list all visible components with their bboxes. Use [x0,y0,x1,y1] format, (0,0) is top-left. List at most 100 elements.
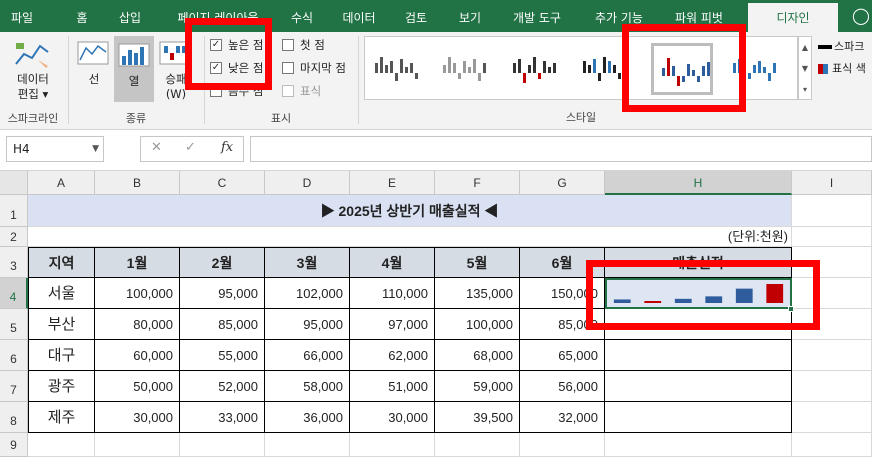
value-cell[interactable]: 51,000 [350,371,435,402]
row-header-5[interactable]: 5 [0,309,28,340]
style-option-3[interactable] [507,43,569,95]
row-header-8[interactable]: 8 [0,402,28,433]
row-header-1[interactable]: 1 [0,195,28,227]
style-option-2[interactable] [437,43,499,95]
row-header-4[interactable]: 4 [0,278,28,309]
sales-sparkline-cell[interactable] [605,402,792,433]
value-cell[interactable]: 95,000 [180,278,265,309]
row-header-7[interactable]: 7 [0,371,28,402]
gallery-scroll[interactable]: ▲ ▼ ▾ [798,36,812,100]
value-cell[interactable]: 50,000 [95,371,180,402]
sales-sparkline-cell[interactable] [605,371,792,402]
value-cell[interactable]: 97,000 [350,309,435,340]
sparkline-color-button[interactable]: 스파크 [818,38,872,56]
cancel-icon[interactable]: ✕ [151,140,162,155]
value-cell[interactable]: 68,000 [435,340,520,371]
formula-input[interactable] [250,136,872,162]
value-cell[interactable]: 39,500 [435,402,520,433]
value-cell[interactable]: 85,000 [180,309,265,340]
region-cell[interactable]: 제주 [28,402,95,433]
value-cell[interactable]: 110,000 [350,278,435,309]
header-mar[interactable]: 3월 [265,247,350,278]
header-feb[interactable]: 2월 [180,247,265,278]
sales-sparkline-cell[interactable] [605,340,792,371]
row-header-2[interactable]: 2 [0,227,28,247]
enter-icon[interactable]: ✓ [185,140,196,155]
column-header-c[interactable]: C [180,171,265,195]
header-jan[interactable]: 1월 [95,247,180,278]
tab-design[interactable]: 디자인 [748,0,838,32]
region-cell[interactable]: 서울 [28,278,95,309]
column-header-e[interactable]: E [350,171,435,195]
empty-cell[interactable] [792,433,872,457]
lightbulb-icon[interactable]: ◯ [852,6,870,25]
value-cell[interactable]: 66,000 [265,340,350,371]
value-cell[interactable]: 30,000 [95,402,180,433]
edit-data-icon[interactable] [14,40,52,70]
tab-home[interactable]: 홈 [60,0,104,32]
empty-cell[interactable] [180,433,265,457]
region-cell[interactable]: 광주 [28,371,95,402]
header-region[interactable]: 지역 [28,247,95,278]
first-point-checkbox[interactable]: 첫 점 [282,36,325,54]
chevron-down-icon[interactable]: ▼ [92,137,99,161]
tab-view[interactable]: 보기 [446,0,494,32]
unit-label[interactable]: (단위:천원) [28,227,792,247]
value-cell[interactable]: 60,000 [95,340,180,371]
marker-color-button[interactable]: 표식 색 [818,60,872,78]
column-header-a[interactable]: A [28,171,95,195]
empty-cell[interactable] [435,433,520,457]
empty-cell[interactable] [520,433,605,457]
empty-cell[interactable] [792,340,872,371]
value-cell[interactable]: 52,000 [180,371,265,402]
line-type-button[interactable]: 선 [76,38,112,94]
empty-cell[interactable] [28,433,95,457]
column-header-h[interactable]: H [605,171,792,195]
style-option-1[interactable] [369,43,431,95]
value-cell[interactable]: 55,000 [180,340,265,371]
row-header-6[interactable]: 6 [0,340,28,371]
tab-file[interactable]: 파일 [0,0,44,32]
chevron-down-icon[interactable]: ▼ [799,58,811,79]
value-cell[interactable]: 100,000 [95,278,180,309]
value-cell[interactable]: 100,000 [435,309,520,340]
empty-cell[interactable] [792,402,872,433]
edit-data-button[interactable]: 데이터 편집 ▾ [0,72,66,102]
value-cell[interactable]: 65,000 [520,340,605,371]
function-icon[interactable]: fx [221,140,233,155]
row-header-3[interactable]: 3 [0,247,28,278]
column-header-g[interactable]: G [520,171,605,195]
value-cell[interactable]: 58,000 [265,371,350,402]
region-cell[interactable]: 대구 [28,340,95,371]
more-icon[interactable]: ▾ [799,79,811,100]
column-header-d[interactable]: D [265,171,350,195]
last-point-checkbox[interactable]: 마지막 점 [282,59,346,77]
empty-cell[interactable] [95,433,180,457]
value-cell[interactable]: 36,000 [265,402,350,433]
column-header-i[interactable]: I [792,171,872,195]
value-cell[interactable]: 62,000 [350,340,435,371]
select-all-corner[interactable] [0,171,28,195]
column-header-f[interactable]: F [435,171,520,195]
header-may[interactable]: 5월 [435,247,520,278]
tab-formulas[interactable]: 수식 [280,0,324,32]
header-apr[interactable]: 4월 [350,247,435,278]
value-cell[interactable]: 135,000 [435,278,520,309]
value-cell[interactable]: 56,000 [520,371,605,402]
tab-developer[interactable]: 개발 도구 [502,0,572,32]
markers-checkbox[interactable]: 표식 [282,82,321,100]
column-header-b[interactable]: B [95,171,180,195]
row-header-9[interactable]: 9 [0,433,28,457]
value-cell[interactable]: 95,000 [265,309,350,340]
value-cell[interactable]: 102,000 [265,278,350,309]
empty-cell[interactable] [265,433,350,457]
empty-cell[interactable] [792,371,872,402]
tab-review[interactable]: 검토 [392,0,440,32]
value-cell[interactable]: 59,000 [435,371,520,402]
value-cell[interactable]: 30,000 [350,402,435,433]
chevron-up-icon[interactable]: ▲ [799,37,811,58]
empty-cell[interactable] [350,433,435,457]
sheet-title[interactable]: ▶ 2025년 상반기 매출실적 ◀ [28,195,792,227]
region-cell[interactable]: 부산 [28,309,95,340]
value-cell[interactable]: 32,000 [520,402,605,433]
